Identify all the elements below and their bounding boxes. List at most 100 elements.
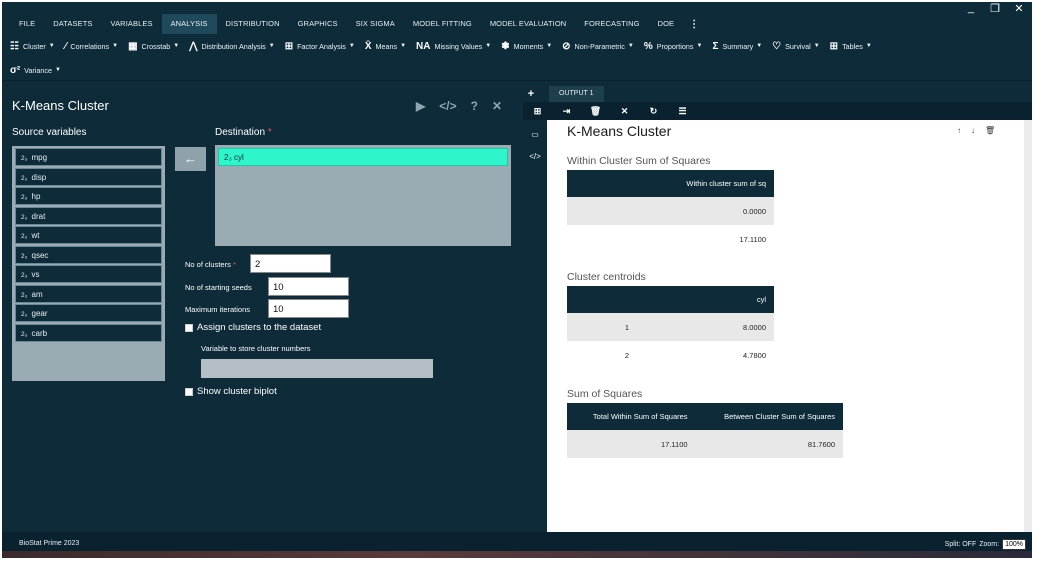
- menu-distribution[interactable]: DISTRIBUTION: [217, 14, 289, 34]
- ribbon-tables-button[interactable]: ⊞ Tables ▼: [830, 41, 872, 52]
- output-toolbar: ⊞ ⇥ 🗑 ✕ ↻ ☰: [523, 102, 1032, 120]
- ribbon-cluster-button[interactable]: ☷ Cluster ▼: [10, 41, 55, 52]
- summary-icon: Σ: [712, 40, 719, 52]
- menu-model-evaluation[interactable]: MODEL EVALUATION: [481, 14, 575, 34]
- delete-icon[interactable]: 🗑: [581, 106, 610, 117]
- required-mark: *: [267, 127, 272, 138]
- close-dialog-icon[interactable]: ✕: [492, 99, 502, 113]
- ribbon-crosstab-button[interactable]: ▦ Crosstab ▼: [128, 41, 179, 52]
- list-icon[interactable]: ☰: [668, 106, 697, 117]
- move-down-icon[interactable]: ↓: [971, 126, 975, 135]
- menu-doe[interactable]: DOE: [649, 14, 684, 34]
- variable-item[interactable]: 2₃ wt: [15, 226, 162, 244]
- menu-file[interactable]: FILE: [10, 14, 44, 34]
- variable-item[interactable]: 2₃ hp: [15, 187, 162, 205]
- trash-icon[interactable]: 🗑: [985, 126, 995, 135]
- ribbon-means-button[interactable]: X̄ Means ▼: [365, 41, 406, 52]
- chevron-down-icon: ▼: [627, 43, 634, 49]
- ribbon-label: Missing Values: [434, 41, 483, 51]
- required-mark: *: [232, 260, 236, 269]
- assign-clusters-label: Assign clusters to the dataset: [197, 322, 322, 333]
- tab-output-1[interactable]: OUTPUT 1: [549, 86, 604, 102]
- clear-icon[interactable]: ✕: [610, 106, 639, 117]
- chevron-down-icon: ▼: [48, 43, 55, 49]
- chevron-down-icon: ▼: [813, 43, 820, 49]
- numeric-variable-icon: 2₃: [21, 311, 28, 318]
- numeric-variable-icon: 2₃: [224, 153, 232, 162]
- variable-name: carb: [31, 328, 48, 338]
- help-icon[interactable]: ?: [471, 99, 478, 113]
- ribbon-proportions-button[interactable]: % Proportions ▼: [644, 41, 703, 52]
- distribution-analysis-icon: ⋀: [189, 40, 198, 52]
- add-output-icon[interactable]: +: [523, 88, 539, 100]
- menu-model-fitting[interactable]: MODEL FITTING: [404, 14, 481, 34]
- move-variable-button[interactable]: ←: [175, 147, 206, 171]
- checkbox-box[interactable]: [185, 323, 193, 332]
- ribbon-correlations-button[interactable]: ∕ Correlations ▼: [65, 41, 118, 52]
- main-menubar: FILE DATASETS VARIABLES ANALYSIS DISTRIB…: [2, 14, 1032, 34]
- variable-item[interactable]: 2₃ qsec: [15, 245, 162, 264]
- ribbon-label: Means: [375, 41, 398, 51]
- destination-list[interactable]: 2₃ cyl: [215, 145, 511, 246]
- ribbon-distribution-analysis-button[interactable]: ⋀ Distribution Analysis ▼: [189, 41, 274, 52]
- variable-item[interactable]: 2₃ vs: [15, 265, 162, 283]
- variable-name: vs: [31, 270, 40, 279]
- variable-name: drat: [31, 211, 46, 221]
- variable-item[interactable]: 2₃ gear: [15, 304, 162, 322]
- variable-item[interactable]: 2₃ carb: [15, 323, 162, 342]
- ribbon-missing-values-button[interactable]: NA Missing Values ▼: [416, 41, 491, 52]
- show-biplot-checkbox[interactable]: Show cluster biplot: [185, 386, 277, 397]
- ribbon-moments-button[interactable]: ✽ Moments ▼: [501, 41, 552, 52]
- table-cell: 0.0000: [567, 197, 774, 225]
- variable-item[interactable]: 2₃ disp: [15, 167, 162, 186]
- no-of-starting-seeds-input[interactable]: 10: [268, 277, 349, 296]
- ribbon-label: Variance: [24, 65, 53, 75]
- menu-graphics[interactable]: GRAPHICS: [289, 14, 347, 34]
- menu-six-sigma[interactable]: SIX SIGMA: [347, 14, 404, 34]
- checkbox-box[interactable]: [185, 387, 193, 396]
- table-cell: 4.7800: [743, 350, 766, 360]
- chevron-down-icon: ▼: [865, 43, 872, 49]
- ribbon-label: Factor Analysis: [297, 41, 346, 51]
- assign-clusters-checkbox[interactable]: Assign clusters to the dataset: [185, 322, 321, 333]
- store-variable-input[interactable]: [201, 359, 433, 378]
- refresh-icon[interactable]: ↻: [639, 106, 668, 117]
- export-icon[interactable]: ⇥: [552, 106, 581, 117]
- menu-analysis[interactable]: ANALYSIS: [161, 14, 217, 34]
- variable-item[interactable]: 2₃ mpg: [15, 148, 162, 166]
- maximum-iterations-input[interactable]: 10: [268, 299, 349, 318]
- source-variables-list[interactable]: 2₃ mpg 2₃ disp 2₃ hp 2₃ drat 2₃ wt 2₃ qsec 2₃ …: [12, 146, 165, 381]
- moments-icon: ✽: [501, 40, 510, 52]
- variable-name: gear: [31, 309, 48, 318]
- move-up-icon[interactable]: ↑: [957, 126, 961, 135]
- ribbon-label: Cluster: [22, 41, 46, 51]
- window-icon[interactable]: ▭: [523, 130, 547, 142]
- ribbon-survival-button[interactable]: ♡ Survival ▼: [772, 41, 820, 52]
- code-icon[interactable]: </>: [439, 99, 456, 113]
- app-window: _ ❐ ✕ FILE DATASETS VARIABLES ANALYSIS D…: [2, 2, 1032, 558]
- variable-item[interactable]: 2₃ am: [15, 284, 162, 303]
- no-of-clusters-input[interactable]: 2: [250, 254, 331, 273]
- new-output-icon[interactable]: ⊞: [523, 106, 552, 117]
- menu-variables[interactable]: VARIABLES: [102, 14, 162, 34]
- menu-datasets[interactable]: DATASETS: [44, 14, 101, 34]
- ribbon-label: Survival: [785, 41, 811, 51]
- output-scrollbar[interactable]: [1024, 120, 1032, 532]
- variable-name: am: [31, 289, 43, 299]
- ribbon-non-parametric-button[interactable]: ⊘ Non-Parametric ▼: [562, 41, 634, 52]
- more-menu-icon[interactable]: ⋮: [683, 19, 705, 30]
- menu-forecasting[interactable]: FORECASTING: [575, 14, 648, 34]
- ribbon-summary-button[interactable]: Σ Summary ▼: [712, 41, 762, 52]
- ribbon-variance-button[interactable]: σ² Variance ▼: [10, 65, 61, 76]
- run-icon[interactable]: ▶: [416, 99, 425, 113]
- variable-item[interactable]: 2₃ cyl: [218, 148, 508, 166]
- split-status[interactable]: Split: OFF: [945, 541, 977, 548]
- centroids-title: Cluster centroids: [567, 271, 646, 283]
- within-ss-title: Within Cluster Sum of Squares: [567, 155, 711, 167]
- ribbon-label: Tables: [842, 41, 863, 51]
- code-view-icon[interactable]: </>: [523, 152, 547, 164]
- variable-item[interactable]: 2₃ drat: [15, 206, 162, 225]
- ribbon-factor-analysis-button[interactable]: ⊞ Factor Analysis ▼: [285, 41, 355, 52]
- zoom-input[interactable]: 100%: [1002, 539, 1026, 550]
- table-cell: 1: [567, 313, 687, 341]
